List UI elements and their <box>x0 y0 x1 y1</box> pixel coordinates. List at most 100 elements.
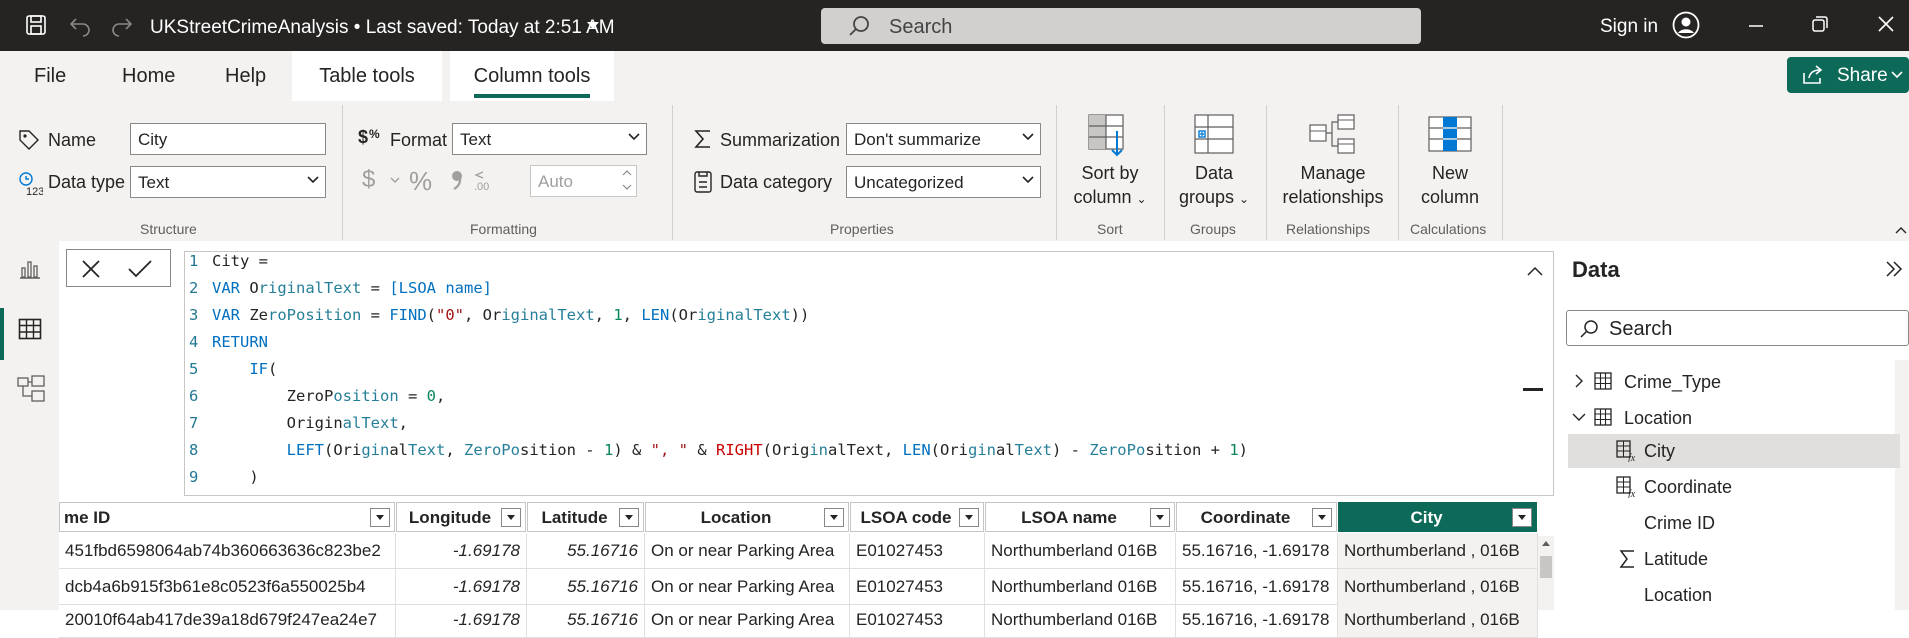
data-pane-scrollbar[interactable] <box>1895 360 1909 610</box>
table-cell[interactable]: 55.16716 <box>527 533 645 569</box>
column-header-city[interactable]: City <box>1338 502 1537 532</box>
table-cell[interactable]: E01027453 <box>850 602 985 638</box>
tab-file[interactable]: File <box>34 65 66 88</box>
new-column-button[interactable]: New column <box>1404 113 1496 209</box>
collapse-ribbon-icon[interactable] <box>1895 226 1907 234</box>
share-button[interactable]: Share <box>1787 57 1909 93</box>
tab-help[interactable]: Help <box>225 65 266 88</box>
tree-item-latitude[interactable]: Latitude <box>1568 542 1888 576</box>
tree-item-coordinate[interactable]: fx Coordinate <box>1568 470 1888 504</box>
summarization-select[interactable]: Don't summarize <box>846 123 1041 155</box>
table-cell[interactable]: Northumberland , 016B <box>1338 602 1538 638</box>
spin-down-icon[interactable] <box>622 182 632 192</box>
table-cell[interactable]: Northumberland 016B <box>985 569 1176 605</box>
collapse-formula-icon[interactable] <box>1527 266 1543 276</box>
chevron-down-icon[interactable] <box>1572 412 1586 422</box>
minimize-icon[interactable] <box>1746 14 1766 34</box>
column-header-location[interactable]: Location <box>645 502 849 532</box>
account-avatar-icon[interactable] <box>1672 11 1700 39</box>
save-icon[interactable] <box>24 13 48 37</box>
commit-formula-icon[interactable] <box>127 259 153 279</box>
table-cell[interactable]: On or near Parking Area <box>645 602 850 638</box>
sort-by-column-label-2-text: column <box>1073 187 1132 207</box>
redo-icon[interactable] <box>110 13 134 37</box>
filter-dropdown-icon[interactable] <box>619 508 639 527</box>
table-cell[interactable]: 55.16716, -1.69178 <box>1176 602 1338 638</box>
table-cell[interactable]: 451fbd6598064ab74b360663636c823be2 <box>59 533 396 569</box>
filter-dropdown-icon[interactable] <box>959 508 979 527</box>
table-cell[interactable]: 55.16716, -1.69178 <box>1176 533 1338 569</box>
table-cell[interactable]: -1.69178 <box>396 533 527 569</box>
sign-in-link[interactable]: Sign in <box>1600 16 1658 38</box>
manage-relationships-button[interactable]: Manage relationships <box>1274 113 1392 209</box>
global-search-box[interactable]: Search <box>821 8 1421 44</box>
close-window-icon[interactable] <box>1876 14 1896 34</box>
table-vertical-scrollbar[interactable] <box>1538 536 1554 610</box>
table-cell[interactable]: 55.16716 <box>527 602 645 638</box>
scroll-up-icon[interactable] <box>1541 540 1551 547</box>
table-cell[interactable]: 20010f64ab417de39a18d679f247ea24e7 <box>59 602 396 638</box>
sort-by-column-button[interactable]: Sort by column ⌄ <box>1066 113 1154 211</box>
tree-item-location-field[interactable]: Location <box>1568 578 1888 610</box>
data-pane-search-input[interactable]: Search <box>1566 310 1909 346</box>
data-category-select[interactable]: Uncategorized <box>846 166 1041 198</box>
svg-text:$: $ <box>358 127 368 147</box>
calculated-column-icon: fx <box>1616 476 1638 498</box>
undo-icon[interactable] <box>68 13 92 37</box>
filter-dropdown-icon[interactable] <box>1150 508 1170 527</box>
decimal-places-input[interactable]: Auto <box>530 165 637 197</box>
tab-home[interactable]: Home <box>122 65 175 88</box>
filter-dropdown-icon[interactable] <box>824 508 844 527</box>
collapse-pane-icon[interactable] <box>1884 260 1904 278</box>
table-cell[interactable]: E01027453 <box>850 533 985 569</box>
restore-icon[interactable] <box>1810 14 1830 34</box>
percent-button[interactable]: % <box>409 166 432 197</box>
title-dropdown-icon[interactable] <box>586 21 600 31</box>
chevron-right-icon[interactable] <box>1574 374 1584 388</box>
data-type-select[interactable]: Text <box>130 166 326 198</box>
table-cell[interactable]: -1.69178 <box>396 602 527 638</box>
tree-item-city[interactable]: fx City <box>1568 434 1900 468</box>
table-cell[interactable]: Northumberland 016B <box>985 533 1176 569</box>
tree-item-crime-id[interactable]: Crime ID <box>1568 506 1888 540</box>
cancel-formula-icon[interactable] <box>81 259 101 279</box>
chevron-down-icon[interactable] <box>390 177 400 184</box>
column-header-longitude[interactable]: Longitude <box>396 502 526 532</box>
model-view-icon[interactable] <box>17 375 45 403</box>
tree-item-location-table[interactable]: Location <box>1572 404 1894 436</box>
tab-table-tools[interactable]: Table tools <box>292 51 442 101</box>
table-cell[interactable]: Northumberland , 016B <box>1338 533 1538 569</box>
decrease-decimal-icon[interactable]: .00 <box>473 168 499 192</box>
table-cell[interactable]: dcb4a6b915f3b61e8c0523f6a550025b4 <box>59 569 396 605</box>
column-header-crime-id[interactable]: me ID <box>59 502 395 532</box>
dax-code-editor[interactable]: 1 City = 2 VAR OriginalText = [LSOA name] … <box>184 251 1554 496</box>
table-cell[interactable]: On or near Parking Area <box>645 569 850 605</box>
table-cell[interactable]: -1.69178 <box>396 569 527 605</box>
report-view-icon[interactable] <box>18 258 42 280</box>
tree-item-crime-type[interactable]: Crime_Type <box>1574 368 1894 400</box>
format-select[interactable]: Text <box>452 123 647 155</box>
document-title[interactable]: UKStreetCrimeAnalysis • Last saved: Toda… <box>150 17 615 39</box>
filter-dropdown-icon[interactable] <box>370 508 390 527</box>
table-view-icon[interactable] <box>18 318 42 340</box>
data-groups-button[interactable]: Data groups ⌄ <box>1172 113 1256 211</box>
spin-up-icon[interactable] <box>622 168 632 178</box>
currency-button[interactable]: $ <box>362 166 375 194</box>
table-cell[interactable]: Northumberland , 016B <box>1338 569 1538 605</box>
column-header-coordinate[interactable]: Coordinate <box>1176 502 1337 532</box>
table-cell[interactable]: On or near Parking Area <box>645 533 850 569</box>
tab-column-tools[interactable]: Column tools <box>450 51 614 101</box>
table-cell[interactable]: 55.16716 <box>527 569 645 605</box>
column-header-latitude[interactable]: Latitude <box>527 502 644 532</box>
column-name-input[interactable]: City <box>130 123 326 155</box>
table-cell[interactable]: E01027453 <box>850 569 985 605</box>
filter-dropdown-icon[interactable] <box>501 508 521 527</box>
filter-dropdown-icon[interactable] <box>1312 508 1332 527</box>
filter-dropdown-icon[interactable] <box>1512 508 1532 527</box>
table-cell[interactable]: Northumberland 016B <box>985 602 1176 638</box>
scroll-thumb[interactable] <box>1540 556 1552 578</box>
column-header-lsoa-code[interactable]: LSOA code <box>850 502 984 532</box>
comma-style-icon[interactable] <box>450 169 464 191</box>
column-header-lsoa-name[interactable]: LSOA name <box>985 502 1175 532</box>
table-cell[interactable]: 55.16716, -1.69178 <box>1176 569 1338 605</box>
